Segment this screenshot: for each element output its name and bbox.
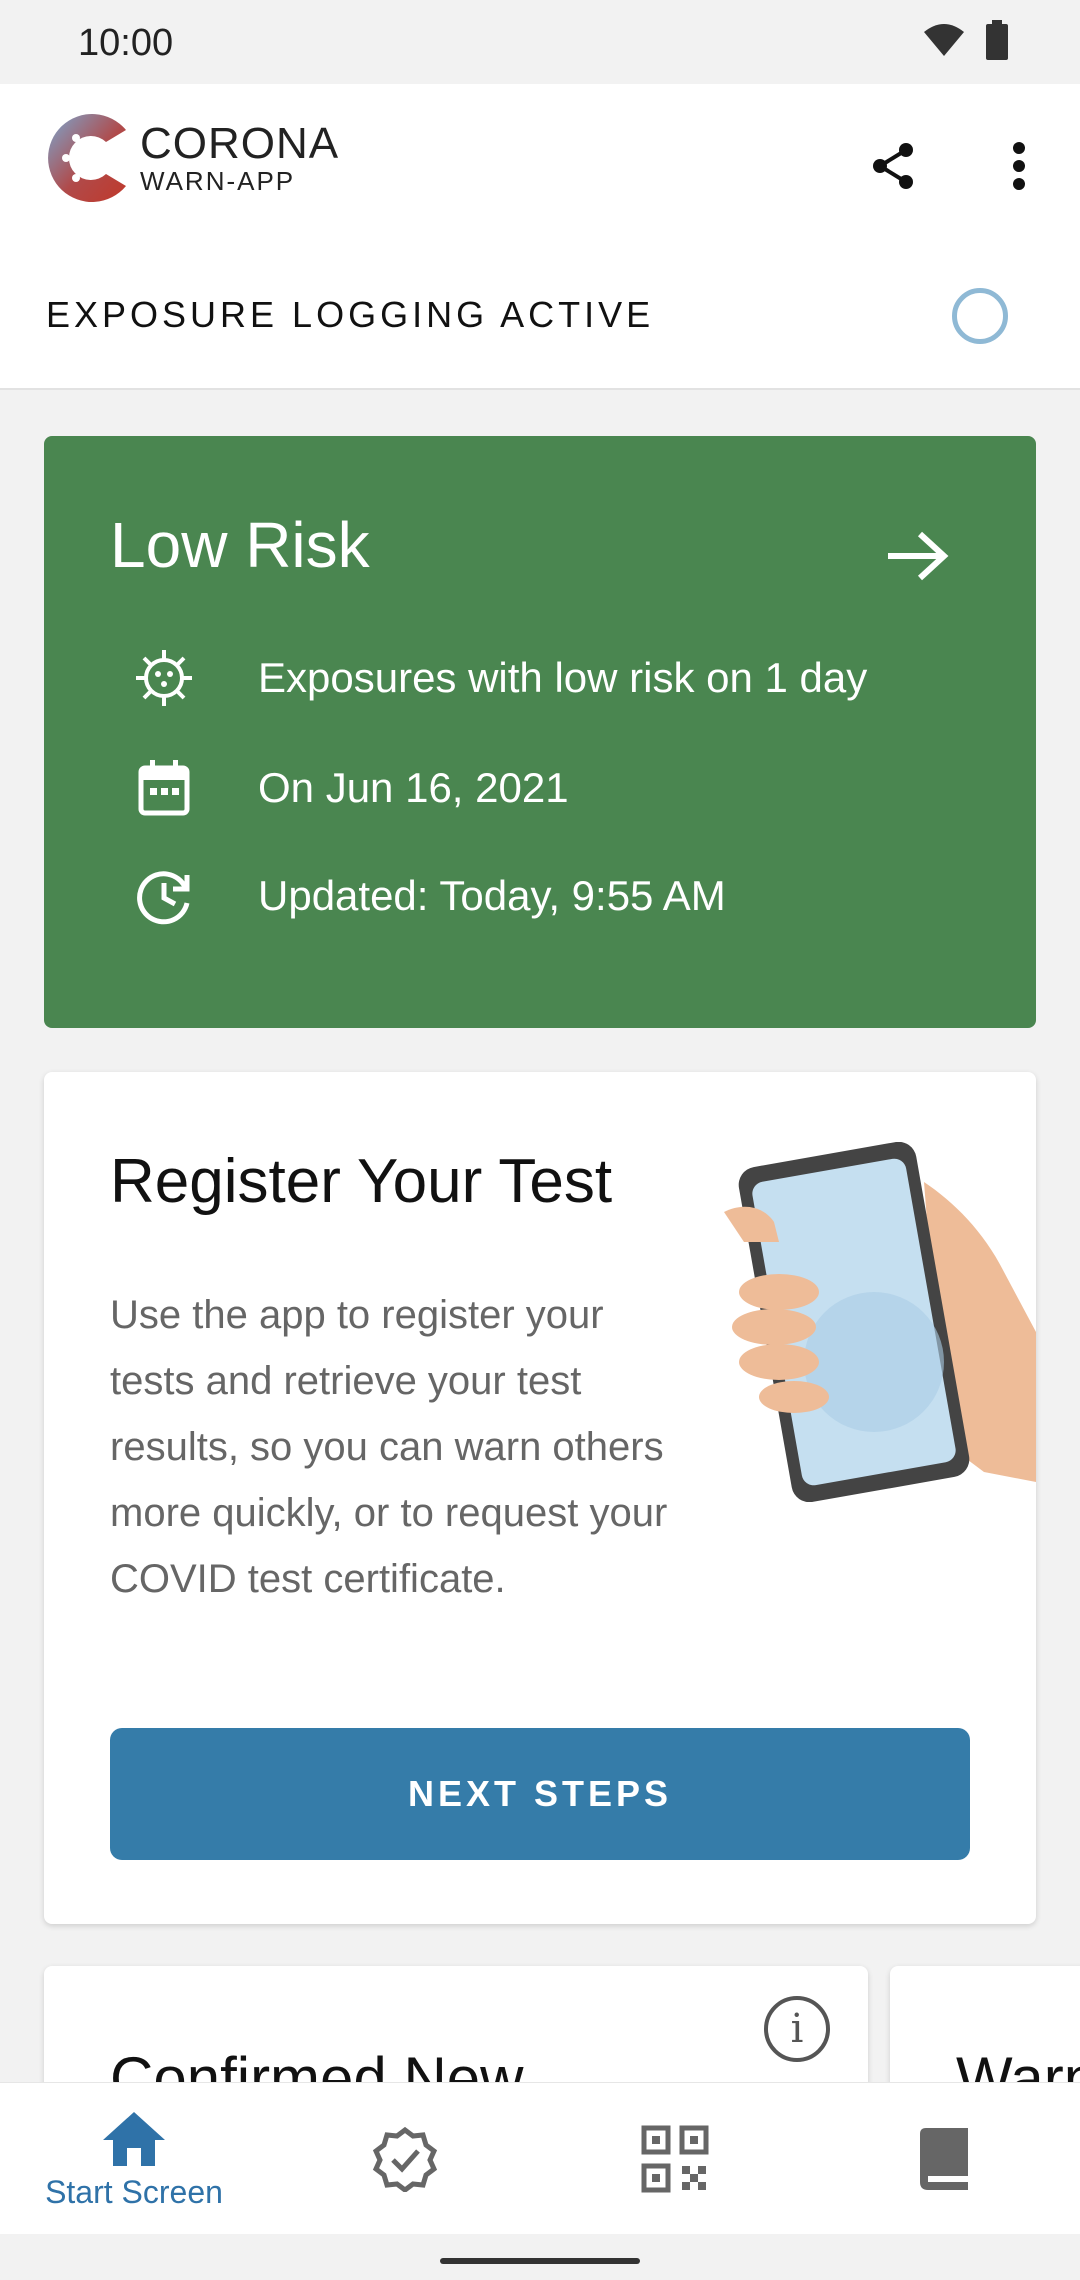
register-test-card[interactable]: Register Your Test Use the app to regist… [44,1072,1036,1924]
calendar-icon [132,756,196,820]
register-test-title: Register Your Test [110,1147,613,1216]
info-icon[interactable]: i [764,1996,830,2062]
qr-code-icon [641,2125,709,2193]
status-time: 10:00 [78,22,174,64]
logging-active-indicator [952,288,1008,344]
exposure-logging-status[interactable]: EXPOSURE LOGGING ACTIVE [46,294,654,336]
logo-subtitle: WARN-APP [140,166,296,196]
risk-row-date: On Jun 16, 2021 [132,756,569,820]
register-test-description: Use the app to register your tests and r… [110,1293,668,1601]
app-bar: CORONA WARN-APP EXPOSURE LOGGING ACTIVE [0,84,1080,390]
status-bar: 10:00 [0,0,1080,84]
clock-refresh-icon [132,864,196,928]
virus-icon [132,646,196,710]
warn-card-title: Warn [956,2045,1080,2082]
diary-book-icon [920,2128,968,2190]
confirmed-new-title: Confirmed New [110,2045,524,2082]
risk-row-updated: Updated: Today, 9:55 AM [132,864,726,928]
status-icons [922,20,1008,65]
hand-holding-phone-illustration [724,1142,1036,1502]
logo-mark-icon [48,114,126,202]
nav-certificates[interactable] [340,2083,470,2235]
gesture-handle[interactable] [440,2258,640,2264]
home-icon [103,2111,165,2166]
risk-title: Low Risk [110,509,370,581]
gesture-navigation-bar [0,2234,1080,2280]
bottom-navigation: Start Screen [0,2082,1080,2234]
nav-start-screen-label: Start Screen [45,2173,223,2210]
nav-contact-diary[interactable] [880,2083,1010,2235]
next-steps-button[interactable]: NEXT STEPS [110,1728,970,1860]
more-vert-icon [1013,142,1025,190]
risk-exposures-text: Exposures with low risk on 1 day [258,654,868,701]
share-button[interactable] [862,134,926,198]
arrow-right-icon [888,531,949,581]
battery-icon [986,20,1008,65]
warn-card[interactable]: Warn [890,1966,1080,2082]
logo-title: CORONA [140,119,340,168]
risk-date-text: On Jun 16, 2021 [258,764,569,811]
risk-row-exposures: Exposures with low risk on 1 day [132,646,867,710]
home-content[interactable]: Low Risk Exposures with low risk on 1 da… [0,390,1080,2082]
risk-updated-text: Updated: Today, 9:55 AM [258,872,726,919]
wifi-icon [922,22,966,63]
corona-warn-app-logo: CORONA WARN-APP [42,108,339,208]
overflow-menu-button[interactable] [990,134,1048,198]
confirmed-new-card[interactable]: Confirmed New i [44,1966,868,2082]
nav-qr-scanner[interactable] [610,2083,740,2235]
share-icon [873,143,913,189]
certificate-badge-icon [372,2126,438,2192]
risk-card[interactable]: Low Risk Exposures with low risk on 1 da… [44,436,1036,1028]
nav-start-screen[interactable]: Start Screen [20,2083,248,2235]
